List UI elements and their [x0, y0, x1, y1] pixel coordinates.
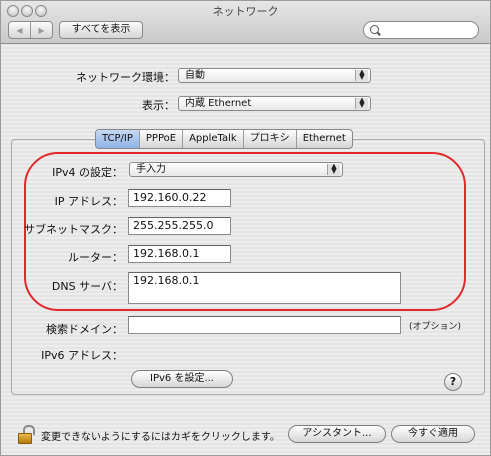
- popup-arrows-icon: ▲ ▼: [355, 97, 368, 109]
- tab-bar: TCP/IP PPPoE AppleTalk プロキシ Ethernet: [95, 129, 353, 149]
- popup-arrows-icon: ▲ ▼: [327, 163, 340, 175]
- router-label: ルーター：: [68, 251, 123, 264]
- toolbar: ネットワーク ◀ ▶ すべてを表示: [1, 1, 490, 44]
- show-all-button[interactable]: すべてを表示: [59, 21, 143, 39]
- apply-now-button[interactable]: 今すぐ適用: [391, 425, 475, 443]
- show-label: 表示：: [142, 99, 175, 112]
- ip-address-field[interactable]: 192.160.0.22: [128, 189, 231, 207]
- assistant-button[interactable]: アシスタント...: [288, 425, 386, 443]
- tab-appletalk[interactable]: AppleTalk: [182, 130, 243, 148]
- lock-body: [18, 433, 32, 444]
- ipv6-address-label: IPv6 アドレス：: [41, 349, 123, 362]
- tab-proxy[interactable]: プロキシ: [242, 130, 296, 148]
- location-label: ネットワーク環境：: [76, 71, 175, 84]
- show-popup[interactable]: 内蔵 Ethernet ▲ ▼: [178, 96, 371, 111]
- subnet-mask-field[interactable]: 255.255.255.0: [128, 217, 231, 235]
- dns-server-label: DNS サーバ：: [51, 280, 123, 293]
- tab-tcpip[interactable]: TCP/IP: [96, 130, 139, 148]
- dns-server-field[interactable]: 192.168.0.1: [128, 272, 401, 304]
- ipv4-config-label: IPv4 の設定：: [52, 166, 123, 179]
- ip-address-label: IP アドレス：: [54, 195, 123, 208]
- back-icon[interactable]: ◀: [9, 22, 30, 38]
- window-title: ネットワーク: [212, 5, 279, 18]
- configure-ipv6-button[interactable]: IPv6 を設定...: [131, 370, 233, 388]
- ipv4-config-popup[interactable]: 手入力 ▲ ▼: [129, 162, 343, 177]
- tab-pppoe[interactable]: PPPoE: [138, 130, 182, 148]
- lock-icon[interactable]: [18, 425, 35, 444]
- search-domains-field[interactable]: [128, 316, 401, 334]
- search-field[interactable]: [363, 21, 479, 39]
- ipv4-config-value: 手入力: [136, 164, 166, 175]
- popup-arrows-icon: ▲ ▼: [355, 69, 368, 81]
- search-domains-label: 検索ドメイン：: [46, 323, 123, 336]
- network-preferences-window: ネットワーク ◀ ▶ すべてを表示 ネットワーク環境： 自動 ▲ ▼ 表示： 内蔵…: [0, 0, 491, 456]
- location-popup[interactable]: 自動 ▲ ▼: [178, 68, 371, 83]
- lock-note: 変更できないようにするにはカギをクリックします。: [41, 432, 280, 443]
- location-value: 自動: [185, 70, 205, 81]
- optional-note: (オプション): [409, 322, 462, 332]
- help-button[interactable]: ?: [444, 373, 462, 391]
- forward-icon[interactable]: ▶: [30, 22, 52, 38]
- tab-ethernet[interactable]: Ethernet: [295, 130, 352, 148]
- back-forward-control: ◀ ▶: [8, 21, 53, 39]
- show-value: 内蔵 Ethernet: [185, 98, 252, 109]
- search-icon: [370, 25, 379, 34]
- subnet-mask-label: サブネットマスク：: [24, 223, 123, 236]
- router-field[interactable]: 192.168.0.1: [128, 245, 231, 263]
